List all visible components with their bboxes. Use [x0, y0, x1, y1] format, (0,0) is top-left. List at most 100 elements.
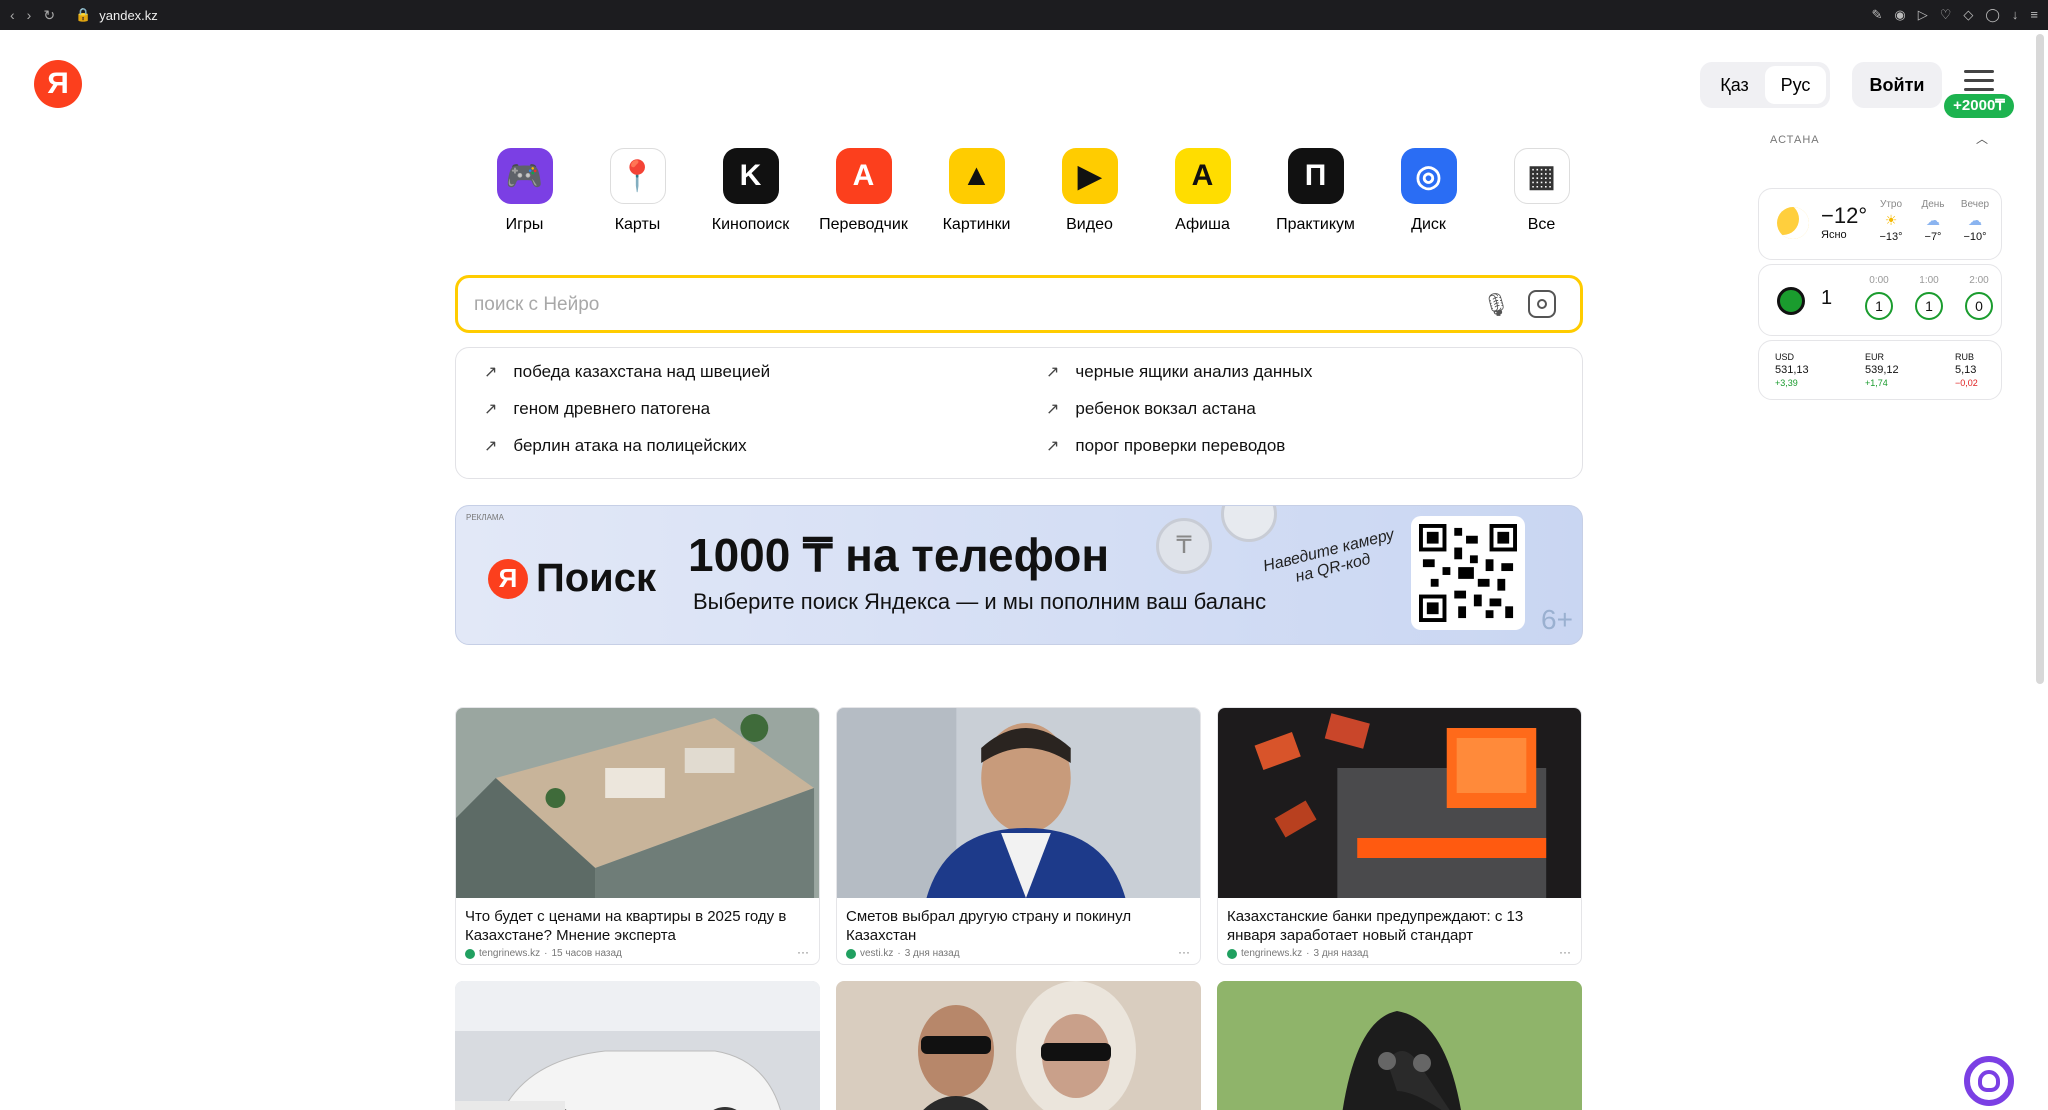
edit-icon[interactable]: ✎ [1871, 7, 1882, 23]
service-0[interactable]: 🎮 Игры [468, 148, 581, 234]
search-input[interactable]: поиск с Нейро [474, 294, 599, 316]
weather-header: АСТАНА ︿ [1758, 130, 2002, 148]
trend-arrow-icon: ↗ [1046, 438, 1060, 455]
profile-icon[interactable]: ◯ [1985, 7, 2000, 23]
moon-icon [1777, 207, 1809, 239]
scrollbar[interactable] [2036, 34, 2044, 684]
suggestion-item[interactable]: ↗ победа казахстана над швецией [484, 362, 770, 382]
cloud-icon: ☁ [1968, 212, 1982, 228]
service-icon: ▲ [948, 148, 1005, 204]
service-icon: ◎ [1400, 148, 1457, 204]
weather-evening: Вечер ☁ −10° [1955, 199, 1995, 243]
address-bar[interactable]: 🔒 yandex.kz [75, 7, 158, 23]
ad-banner[interactable]: РЕКЛАМА Я Поиск 1000 ₸ на телефон Выбери… [455, 505, 1583, 645]
trending-suggestions: ↗ победа казахстана над швецией ↗ черные я… [455, 347, 1583, 479]
camera-icon[interactable]: ◉ [1894, 7, 1905, 23]
service-label: Видео [1066, 216, 1113, 233]
age-rating: 6+ [1541, 604, 1573, 635]
language-switch: Қаз Рус [1700, 62, 1830, 108]
news-card[interactable]: Сметов выбрал другую страну и покинул Ка… [836, 707, 1201, 965]
back-icon[interactable]: ‹ [10, 7, 15, 24]
alice-assistant-icon[interactable] [1964, 1056, 2014, 1106]
forward-icon[interactable]: › [27, 7, 32, 24]
news-title: Что будет с ценами на квартиры в 2025 го… [465, 908, 787, 944]
source-icon [846, 948, 856, 959]
currency-rub: RUB 5,13 −0,02 [1955, 352, 1978, 388]
service-label: Игры [505, 216, 544, 233]
service-3[interactable]: A Переводчик [807, 148, 920, 234]
trend-arrow-icon: ↗ [1046, 401, 1060, 418]
service-6[interactable]: A Афиша [1146, 148, 1259, 234]
weather-morning: Утро ☀ −13° [1871, 199, 1911, 243]
service-8[interactable]: ◎ Диск [1372, 148, 1485, 234]
yandex-logo[interactable]: Я [34, 60, 82, 108]
sun-icon: ☀ [1884, 212, 1898, 228]
collapse-chevron-icon[interactable]: ︿ [1976, 130, 1988, 147]
suggestion-item[interactable]: ↗ геном древнего патогена [484, 399, 710, 419]
service-label: Афиша [1175, 216, 1230, 233]
microphone-icon[interactable]: 🎙 [1482, 292, 1510, 318]
search-box[interactable]: поиск с Нейро 🎙 [455, 275, 1583, 333]
suggestion-item[interactable]: ↗ ребенок вокзал астана [1046, 399, 1256, 419]
download-icon[interactable]: ↓ [2012, 7, 2019, 23]
menu-icon[interactable]: ≡ [2030, 7, 2038, 23]
lang-kaz-button[interactable]: Қаз [1704, 66, 1765, 104]
service-label: Все [1527, 216, 1556, 233]
more-options-icon[interactable]: ··· [797, 945, 809, 959]
bonus-badge[interactable]: +2000₸ [1944, 94, 2014, 118]
more-options-icon[interactable]: ··· [1559, 945, 1571, 959]
box-icon[interactable]: ◇ [1963, 7, 1973, 23]
sport-slot: 2:00 0 [1959, 275, 1999, 320]
login-button[interactable]: Войти [1852, 62, 1942, 108]
suggestion-item[interactable]: ↗ черные ящики анализ данных [1046, 362, 1312, 382]
service-7[interactable]: П Практикум [1259, 148, 1372, 234]
service-icon: П [1287, 148, 1344, 204]
weather-city: АСТАНА [1770, 134, 1820, 146]
camera-search-icon[interactable] [1528, 290, 1556, 318]
news-image [455, 981, 820, 1110]
heart-icon[interactable]: ♡ [1940, 7, 1952, 23]
browser-tools: ✎ ◉ ▷ ♡ ◇ ◯ ↓ ≡ [1871, 7, 2038, 23]
ad-headline: 1000 ₸ на телефон [688, 529, 1110, 581]
sport-widget[interactable]: 1 0:00 1 1:00 1 2:00 0 [1758, 264, 2002, 336]
news-card[interactable] [455, 981, 820, 1110]
source-icon [1227, 948, 1237, 959]
service-icon: 🎮 [496, 148, 553, 204]
ad-brand: Я Поиск [488, 556, 656, 601]
weather-day: День ☁ −7° [1913, 199, 1953, 243]
service-label: Картинки [942, 216, 1011, 233]
weather-temp: −12° [1821, 203, 1868, 228]
browser-nav: ‹ › ↻ [10, 7, 55, 24]
news-card[interactable] [836, 981, 1201, 1110]
currency-widget[interactable]: USD 531,13 +3,39 EUR 539,12 +1,74 RUB 5,13 −0,… [1758, 340, 2002, 400]
tenge-coin-icon: ₸ [1156, 518, 1212, 574]
service-2[interactable]: K Кинопоиск [694, 148, 807, 234]
news-meta: tengrinews.kz · 15 часов назад [465, 948, 622, 959]
trend-arrow-icon: ↗ [1046, 364, 1060, 381]
suggestion-item[interactable]: ↗ порог проверки переводов [1046, 436, 1285, 456]
news-card[interactable] [1217, 981, 1582, 1110]
sport-slot: 1:00 1 [1909, 275, 1949, 320]
service-1[interactable]: 📍 Карты [581, 148, 694, 234]
hamburger-menu-icon[interactable] [1964, 70, 1994, 94]
news-card[interactable]: Казахстанские банки предупреждают: с 13 … [1217, 707, 1582, 965]
ball-icon [1777, 287, 1805, 315]
service-icon: ▶ [1061, 148, 1118, 204]
news-image [456, 708, 819, 898]
source-icon [465, 948, 475, 959]
reload-icon[interactable]: ↻ [43, 7, 55, 24]
service-4[interactable]: ▲ Картинки [920, 148, 1033, 234]
play-icon[interactable]: ▷ [1918, 7, 1928, 23]
more-options-icon[interactable]: ··· [1178, 945, 1190, 959]
suggestion-item[interactable]: ↗ берлин атака на полицейских [484, 436, 747, 456]
weather-state: Ясно [1821, 229, 1847, 241]
news-image [1218, 708, 1581, 898]
lock-icon: 🔒 [75, 7, 92, 22]
news-card[interactable]: Что будет с ценами на квартиры в 2025 го… [455, 707, 820, 965]
yandex-logo-small: Я [488, 558, 528, 599]
service-5[interactable]: ▶ Видео [1033, 148, 1146, 234]
weather-widget[interactable]: −12° Ясно Утро ☀ −13° День ☁ −7° Вечер ☁ −10° [1758, 188, 2002, 260]
news-title: Казахстанские банки предупреждают: с 13 … [1227, 908, 1524, 944]
service-9[interactable]: ▦ Все [1485, 148, 1598, 234]
lang-rus-button[interactable]: Рус [1765, 66, 1826, 104]
